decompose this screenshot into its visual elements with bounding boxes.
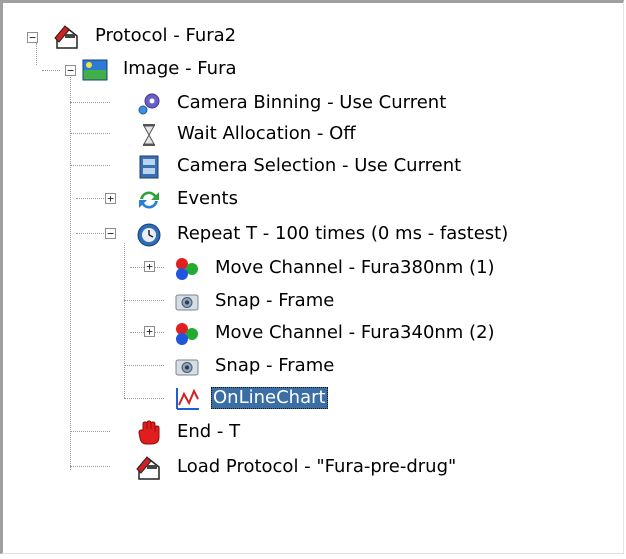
tree-node-label: End - T — [177, 421, 241, 442]
tree-node-events[interactable]: Events — [135, 184, 275, 214]
tree-node-label: Snap - Frame — [215, 355, 335, 376]
hourglass-icon — [135, 122, 163, 148]
tree-node-load-protocol[interactable]: Load Protocol - "Fura-pre-drug" — [135, 452, 495, 482]
tree-node-camera-selection[interactable]: Camera Selection - Use Current — [135, 151, 495, 181]
tree-node-label: Load Protocol - "Fura-pre-drug" — [177, 456, 457, 477]
tree-node-label: OnLineChart — [211, 387, 328, 409]
tree-node-move-channel-380[interactable]: Move Channel - Fura380nm (1) — [173, 253, 553, 283]
tree-line — [70, 431, 110, 432]
stop-hand-icon — [135, 420, 163, 446]
tree-node-move-channel-340[interactable]: Move Channel - Fura340nm (2) — [173, 318, 553, 348]
tree-node-label: Events — [177, 188, 238, 209]
camera-binning-icon — [135, 91, 163, 117]
repeat-clock-icon — [135, 222, 163, 248]
tree-node-label: Move Channel - Fura340nm (2) — [215, 322, 495, 343]
tree-node-wait-allocation[interactable]: Wait Allocation - Off — [135, 119, 415, 149]
tree-line — [124, 243, 125, 398]
events-icon — [135, 187, 163, 213]
tree-node-label: Image - Fura — [123, 58, 237, 79]
tree-node-snap-frame-1[interactable]: Snap - Frame — [173, 286, 373, 316]
tree-node-label: Wait Allocation - Off — [177, 123, 356, 144]
rgb-channel-icon — [173, 321, 201, 347]
load-protocol-icon — [135, 455, 163, 481]
tree-node-label: Repeat T - 100 times (0 ms - fastest) — [177, 223, 509, 244]
camera-selection-icon — [135, 154, 163, 180]
tree-node-label: Snap - Frame — [215, 290, 335, 311]
image-icon — [81, 57, 109, 83]
tree-line — [124, 365, 164, 366]
protocol-tree[interactable]: − − + − + + Protocol - Fura2 Image - Fur… — [3, 3, 626, 559]
snap-camera-icon — [173, 354, 201, 380]
tree-line — [42, 70, 60, 71]
collapse-image-button[interactable]: − — [65, 65, 76, 76]
tree-node-online-chart[interactable]: OnLineChart — [173, 383, 373, 413]
tree-line — [70, 102, 110, 103]
tree-line — [70, 466, 110, 467]
tree-line — [70, 75, 71, 470]
online-chart-icon — [173, 386, 201, 412]
tree-node-snap-frame-2[interactable]: Snap - Frame — [173, 351, 373, 381]
expand-move-channel-380-button[interactable]: + — [144, 261, 155, 272]
tree-node-camera-binning[interactable]: Camera Binning - Use Current — [135, 88, 475, 118]
tree-view-panel[interactable]: − − + − + + Protocol - Fura2 Image - Fur… — [0, 0, 624, 554]
expand-move-channel-340-button[interactable]: + — [144, 326, 155, 337]
collapse-protocol-button[interactable]: − — [27, 32, 38, 43]
tree-line — [124, 398, 164, 399]
tree-node-label: Camera Selection - Use Current — [177, 155, 462, 176]
tree-node-label: Protocol - Fura2 — [95, 25, 237, 46]
rgb-channel-icon — [173, 256, 201, 282]
tree-node-image[interactable]: Image - Fura — [81, 54, 281, 84]
tree-line — [36, 43, 37, 65]
tree-line — [70, 133, 110, 134]
snap-camera-icon — [173, 289, 201, 315]
tree-line — [70, 165, 110, 166]
tree-node-protocol[interactable]: Protocol - Fura2 — [53, 21, 283, 51]
tree-node-label: Move Channel - Fura380nm (1) — [215, 257, 495, 278]
tree-node-end[interactable]: End - T — [135, 417, 295, 447]
tree-node-repeat[interactable]: Repeat T - 100 times (0 ms - fastest) — [135, 219, 565, 249]
protocol-icon — [53, 24, 81, 50]
expand-events-button[interactable]: + — [105, 193, 116, 204]
tree-line — [124, 300, 164, 301]
collapse-repeat-button[interactable]: − — [105, 228, 116, 239]
tree-node-label: Camera Binning - Use Current — [177, 92, 447, 113]
